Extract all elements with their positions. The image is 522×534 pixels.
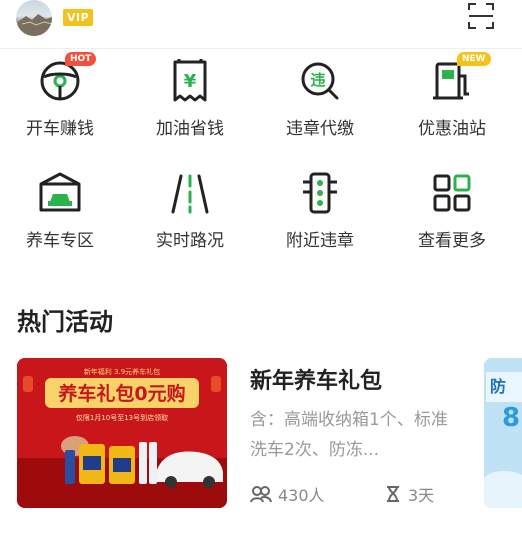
hourglass-icon xyxy=(387,486,399,502)
violation-search-icon: 违 xyxy=(301,62,339,100)
scan-icon xyxy=(468,3,494,29)
time-left-info: 3天 xyxy=(384,482,434,506)
svg-text:违: 违 xyxy=(310,71,325,89)
avatar-image xyxy=(16,14,52,36)
banner-headline: 养车礼包0元购 xyxy=(57,382,185,405)
next-activity-card[interactable]: 防 8 xyxy=(484,358,522,508)
service-label: 实时路况 xyxy=(156,231,224,251)
new-badge: NEW xyxy=(457,52,491,66)
activity-banner[interactable]: 新年福利 3.9元养车礼包 养车礼包0元购 仅限1月10号至13号到店领取 xyxy=(17,358,227,508)
section-title: 热门活动 xyxy=(17,308,113,336)
service-gas-station[interactable]: NEW 优惠油站 xyxy=(402,52,502,139)
service-live-traffic[interactable]: 实时路况 xyxy=(140,168,240,251)
top-bar: VIP xyxy=(0,0,522,49)
traffic-light-icon xyxy=(303,172,337,214)
more-grid-icon xyxy=(433,174,471,212)
service-drive-earn[interactable]: HOT 开车赚钱 xyxy=(10,52,110,139)
service-label: 加油省钱 xyxy=(156,119,224,139)
people-icon xyxy=(250,486,272,503)
service-label: 优惠油站 xyxy=(418,119,486,139)
svg-text:8: 8 xyxy=(502,403,520,433)
road-icon xyxy=(171,174,209,214)
banner-image: 新年福利 3.9元养车礼包 养车礼包0元购 仅限1月10号至13号到店领取 xyxy=(17,358,227,508)
banner-subline: 仅限1月10号至13号到店领取 xyxy=(76,413,168,422)
participants-count: 430人 xyxy=(278,486,325,505)
service-nearby-violations[interactable]: 附近违章 xyxy=(270,168,370,251)
service-label: 违章代缴 xyxy=(286,119,354,139)
service-fuel-save[interactable]: ¥ 加油省钱 xyxy=(140,56,240,139)
vip-badge: VIP xyxy=(63,9,94,26)
scan-button[interactable] xyxy=(466,0,496,32)
service-view-more[interactable]: 查看更多 xyxy=(402,168,502,251)
svg-text:防: 防 xyxy=(490,377,506,396)
next-banner-image: 防 8 xyxy=(484,358,522,508)
service-label: 查看更多 xyxy=(418,231,486,251)
svg-text:¥: ¥ xyxy=(184,71,197,92)
activity-title[interactable]: 新年养车礼包 xyxy=(250,363,382,395)
user-avatar[interactable] xyxy=(16,0,52,36)
fuel-receipt-icon: ¥ xyxy=(173,59,207,102)
service-label: 附近违章 xyxy=(286,231,354,251)
banner-top-line: 新年福利 3.9元养车礼包 xyxy=(84,367,160,376)
days-left: 3天 xyxy=(408,486,435,505)
service-violation-pay[interactable]: 违 违章代缴 xyxy=(270,56,370,139)
activity-description: 含：高端收纳箱1个、标准洗车2次、防冻... xyxy=(250,410,448,460)
service-label: 养车专区 xyxy=(26,231,94,251)
service-label: 开车赚钱 xyxy=(26,119,94,139)
service-car-care[interactable]: 养车专区 xyxy=(10,168,110,251)
hot-badge: HOT xyxy=(65,52,97,66)
car-garage-icon xyxy=(39,172,81,212)
participants-info: 430人 xyxy=(250,482,325,506)
